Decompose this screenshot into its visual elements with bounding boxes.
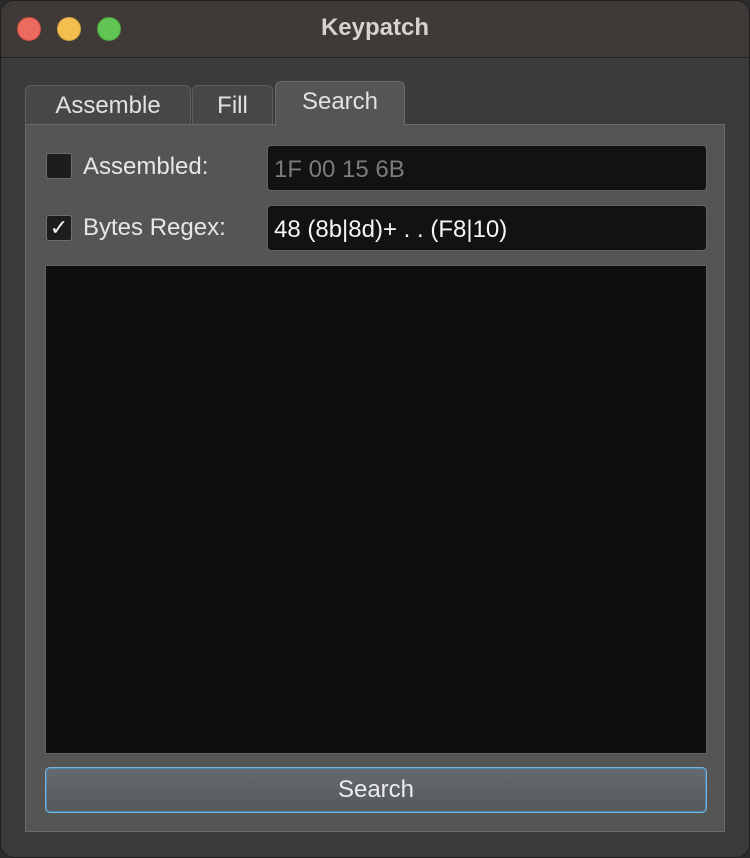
bytes-regex-checkbox[interactable]: ✓ [46,215,72,241]
search-button[interactable]: Search [45,767,707,813]
tab-fill[interactable]: Fill [192,85,273,125]
assembled-field[interactable]: 1F 00 15 6B [267,145,707,191]
assembled-label: Assembled: [83,153,209,180]
tab-search[interactable]: Search [275,81,405,126]
tab-assemble[interactable]: Assemble [25,85,191,125]
window-title: Keypatch [320,14,430,41]
search-results-list[interactable] [45,265,707,754]
keypatch-window: Keypatch Assemble Fill Search Assembled:… [0,0,750,858]
bytes-regex-field[interactable]: 48 (8b|8d)+ . . (F8|10) [267,205,707,251]
bytes-regex-label: Bytes Regex: [83,214,226,241]
title-bar[interactable]: Keypatch [1,1,749,58]
assembled-checkbox[interactable] [46,153,72,179]
